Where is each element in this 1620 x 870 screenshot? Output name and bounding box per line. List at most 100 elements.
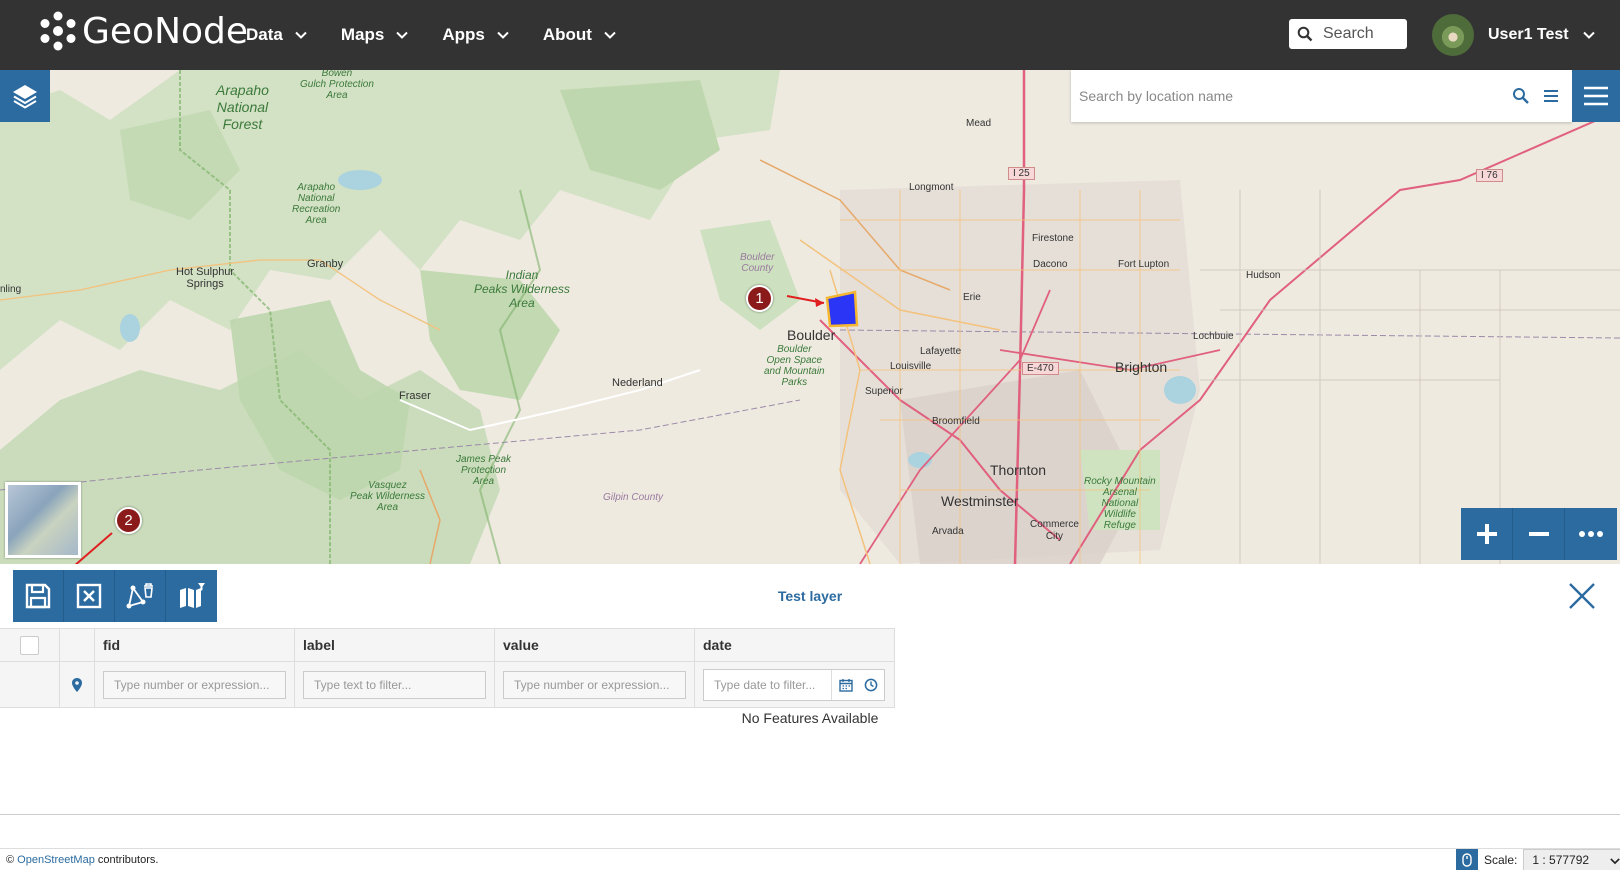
close-panel-icon[interactable]: [1566, 580, 1598, 612]
map-footer: © OpenStreetMap contributors. Scale: 1 :…: [0, 848, 1620, 870]
map-label: Fort Lupton: [1118, 259, 1170, 270]
map-label: Lochbuie: [1193, 331, 1234, 342]
hamburger-icon: [1584, 86, 1608, 106]
location-search-input[interactable]: [1079, 88, 1479, 104]
brand-name: GeoNode: [82, 10, 249, 52]
top-navbar: GeoNode Data Maps Apps About Search User…: [0, 0, 1620, 70]
column-header-date[interactable]: date: [695, 629, 895, 661]
grid-filter-row: [0, 662, 895, 708]
global-search[interactable]: [1289, 19, 1407, 49]
map-label: Vasquez Peak Wilderness Area: [350, 480, 425, 513]
panel-divider: [0, 814, 1620, 815]
map-label: Mead: [966, 118, 992, 129]
filter-date-cell: [695, 662, 895, 707]
layers-toggle-button[interactable]: [0, 70, 50, 122]
scale-label: Scale:: [1484, 853, 1518, 867]
menu-apps[interactable]: Apps: [442, 25, 509, 45]
menu-maps-label: Maps: [340, 25, 385, 44]
menu-apps-label: Apps: [442, 25, 485, 44]
clock-icon[interactable]: [864, 678, 878, 692]
filter-fid-input[interactable]: [103, 670, 286, 699]
chevron-down-icon: [295, 31, 307, 39]
map-zoom-controls: [1461, 508, 1617, 560]
calendar-icon[interactable]: [839, 678, 853, 692]
global-search-input[interactable]: [1323, 25, 1403, 43]
map-terrain: [0, 70, 1620, 564]
column-header-fid[interactable]: fid: [95, 629, 295, 661]
map-label: Boulder: [787, 327, 836, 343]
map-label: Arvada: [932, 526, 964, 537]
scale-controls: Scale: 1 : 577792: [1456, 849, 1620, 870]
menu-maps[interactable]: Maps: [340, 25, 409, 45]
chevron-down-icon: [604, 31, 616, 39]
mouse-position-toggle[interactable]: [1456, 849, 1478, 870]
options-list-icon[interactable]: [1542, 87, 1560, 105]
zoom-column-header: [60, 629, 95, 661]
search-icon: [1297, 26, 1313, 42]
menu-data[interactable]: Data: [246, 25, 307, 45]
user-name: User1 Test: [1488, 26, 1569, 43]
scale-dropdown[interactable]: 1 : 577792: [1523, 849, 1620, 870]
search-icon[interactable]: [1512, 87, 1530, 105]
select-all-checkbox[interactable]: [20, 635, 39, 655]
location-search-bar: [1071, 70, 1572, 122]
zoom-out-button[interactable]: [1513, 508, 1565, 560]
more-tools-button[interactable]: [1565, 508, 1617, 560]
chevron-down-icon: [1610, 858, 1620, 865]
map-label: Commerce City: [1030, 519, 1079, 542]
map-label: Rocky Mountain Arsenal National Wildlife Ref…: [1084, 476, 1156, 531]
map-label: Louisville: [890, 361, 932, 372]
menu-about[interactable]: About: [543, 25, 616, 45]
filter-value-cell: [495, 662, 695, 707]
layers-icon: [13, 85, 37, 109]
map-label: Brighton: [1115, 359, 1168, 375]
step-marker-1: 1: [746, 285, 773, 312]
map-label: Firestone: [1032, 233, 1074, 244]
map-label: Lafayette: [920, 346, 962, 357]
geonode-flower-icon: [40, 11, 76, 51]
scale-value: 1 : 577792: [1532, 853, 1590, 867]
select-all-cell: [0, 629, 60, 661]
map-label: Boulder County: [740, 252, 775, 274]
map-label: Hot Sulphur Springs: [176, 266, 235, 290]
avatar: [1432, 14, 1474, 56]
map-label: Bowen Gulch Protection Area: [300, 70, 374, 101]
map-label: Boulder Open Space and Mountain Parks: [764, 344, 825, 388]
ellipsis-icon: [1579, 531, 1603, 537]
filter-label-cell: [295, 662, 495, 707]
map-label: I 76: [1476, 169, 1503, 182]
filter-value-input[interactable]: [503, 670, 686, 699]
copyright-symbol: ©: [6, 854, 15, 866]
chevron-down-icon: [497, 31, 509, 39]
filter-date-input[interactable]: [704, 669, 832, 700]
map-label: Granby: [307, 258, 344, 270]
menu-about-label: About: [542, 25, 592, 44]
geonode-logo[interactable]: GeoNode: [38, 10, 248, 52]
filter-label-input[interactable]: [303, 670, 486, 699]
map-label: Thornton: [990, 462, 1047, 478]
map-label: Superior: [865, 386, 903, 397]
burger-menu-button[interactable]: [1572, 70, 1620, 122]
panel-title: Test layer: [777, 588, 843, 604]
map-marker-icon[interactable]: [72, 677, 82, 692]
chevron-down-icon: [1582, 31, 1595, 39]
map-label: James Peak Protection Area: [456, 454, 512, 487]
openstreetmap-link[interactable]: OpenStreetMap: [17, 854, 95, 866]
user-menu[interactable]: User1 Test: [1432, 14, 1595, 56]
filter-fid-cell: [95, 662, 295, 707]
zoom-in-button[interactable]: [1461, 508, 1513, 560]
map-label: Dacono: [1033, 259, 1068, 270]
column-header-label[interactable]: label: [295, 629, 495, 661]
map-label: Arapaho National Recreation Area: [292, 182, 341, 226]
map-label: Longmont: [909, 182, 954, 193]
column-header-value[interactable]: value: [495, 629, 695, 661]
main-menu: Data Maps Apps About: [246, 0, 650, 70]
grid-header-row: fid label value date: [0, 628, 895, 662]
map-label: nling: [0, 284, 22, 295]
map-canvas[interactable]: Arapaho National Forest Bowen Gulch Protect…: [0, 70, 1620, 564]
map-label: Erie: [963, 292, 981, 303]
filter-blank-cell: [0, 662, 60, 707]
chevron-down-icon: [396, 31, 409, 39]
map-label: Arapaho National Forest: [216, 82, 269, 132]
attribution-suffix: contributors.: [94, 854, 159, 866]
